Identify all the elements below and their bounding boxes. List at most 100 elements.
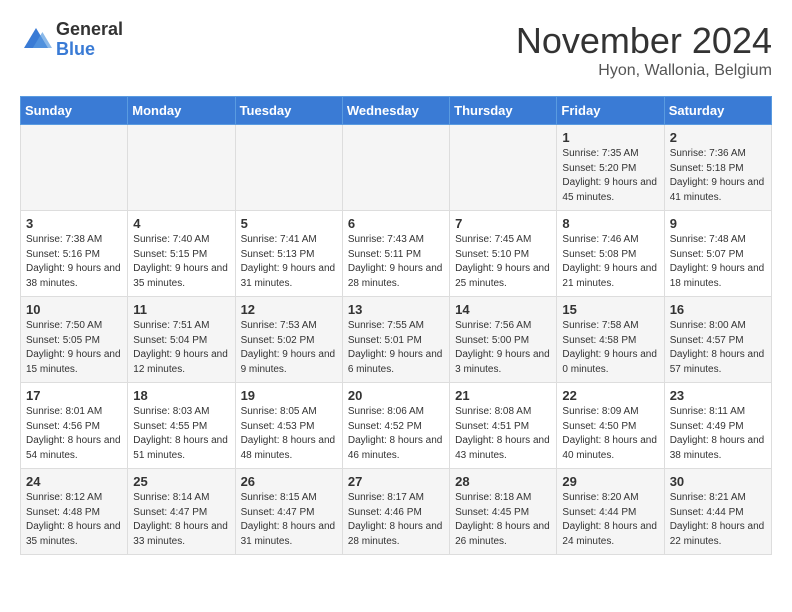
day-info: Sunrise: 7:50 AMSunset: 5:05 PMDaylight:…: [26, 319, 122, 377]
calendar-cell: 9 Sunrise: 7:48 AMSunset: 5:07 PMDaylight…: [664, 211, 771, 297]
calendar-cell: 24 Sunrise: 8:12 AMSunset: 4:48 PMDayligh…: [21, 469, 128, 555]
calendar-cell: 7Sunrise: 7:45 AMSunset: 5:10 PMDaylight…: [450, 211, 557, 297]
calendar-cell: 15 Sunrise: 7:58 AMSunset: 4:58 PMDayligh…: [557, 297, 664, 383]
weekday-header: Thursday: [450, 97, 557, 125]
calendar-cell: 5 Sunrise: 7:41 AMSunset: 5:13 PMDaylight…: [235, 211, 342, 297]
calendar-cell: 26Sunrise: 8:15 AMSunset: 4:47 PMDayligh…: [235, 469, 342, 555]
day-info: Sunrise: 7:38 AMSunset: 5:16 PMDaylight:…: [26, 233, 122, 291]
calendar-cell: 3 Sunrise: 7:38 AMSunset: 5:16 PMDaylight…: [21, 211, 128, 297]
day-info: Sunrise: 7:55 AMSunset: 5:01 PMDaylight:…: [348, 319, 444, 377]
day-number: 19: [241, 388, 337, 403]
day-number: 1: [562, 130, 658, 145]
day-number: 8: [562, 216, 658, 231]
day-info: Sunrise: 8:18 AMSunset: 4:45 PMDaylight:…: [455, 491, 551, 549]
logo-blue: Blue: [56, 40, 123, 60]
day-info: Sunrise: 8:20 AMSunset: 4:44 PMDaylight:…: [562, 491, 658, 549]
calendar-week-row: 1 Sunrise: 7:35 AMSunset: 5:20 PMDaylight…: [21, 125, 772, 211]
day-number: 17: [26, 388, 122, 403]
day-number: 2: [670, 130, 766, 145]
day-info: Sunrise: 7:53 AMSunset: 5:02 PMDaylight:…: [241, 319, 337, 377]
day-info: Sunrise: 8:00 AMSunset: 4:57 PMDaylight:…: [670, 319, 766, 377]
day-number: 21: [455, 388, 551, 403]
calendar-cell: 17Sunrise: 8:01 AMSunset: 4:56 PMDayligh…: [21, 383, 128, 469]
day-info: Sunrise: 8:06 AMSunset: 4:52 PMDaylight:…: [348, 405, 444, 463]
calendar-cell: [450, 125, 557, 211]
calendar-cell: 25 Sunrise: 8:14 AMSunset: 4:47 PMDayligh…: [128, 469, 235, 555]
day-number: 6: [348, 216, 444, 231]
calendar-cell: 18Sunrise: 8:03 AMSunset: 4:55 PMDayligh…: [128, 383, 235, 469]
calendar-cell: 4Sunrise: 7:40 AMSunset: 5:15 PMDaylight…: [128, 211, 235, 297]
calendar-cell: [128, 125, 235, 211]
weekday-header: Tuesday: [235, 97, 342, 125]
day-number: 27: [348, 474, 444, 489]
day-number: 7: [455, 216, 551, 231]
day-info: Sunrise: 8:11 AMSunset: 4:49 PMDaylight:…: [670, 405, 766, 463]
day-number: 25: [133, 474, 229, 489]
calendar-week-row: 3 Sunrise: 7:38 AMSunset: 5:16 PMDaylight…: [21, 211, 772, 297]
logo-text: General Blue: [56, 20, 123, 60]
day-number: 5: [241, 216, 337, 231]
calendar-cell: 16 Sunrise: 8:00 AMSunset: 4:57 PMDayligh…: [664, 297, 771, 383]
calendar-cell: 13 Sunrise: 7:55 AMSunset: 5:01 PMDayligh…: [342, 297, 449, 383]
calendar-cell: [21, 125, 128, 211]
day-number: 22: [562, 388, 658, 403]
day-number: 3: [26, 216, 122, 231]
day-info: Sunrise: 7:48 AMSunset: 5:07 PMDaylight:…: [670, 233, 766, 291]
day-info: Sunrise: 8:14 AMSunset: 4:47 PMDaylight:…: [133, 491, 229, 549]
day-info: Sunrise: 7:41 AMSunset: 5:13 PMDaylight:…: [241, 233, 337, 291]
calendar-cell: 19 Sunrise: 8:05 AMSunset: 4:53 PMDayligh…: [235, 383, 342, 469]
day-number: 26: [241, 474, 337, 489]
logo-general: General: [56, 20, 123, 40]
logo: General Blue: [20, 20, 123, 60]
calendar-cell: 27 Sunrise: 8:17 AMSunset: 4:46 PMDayligh…: [342, 469, 449, 555]
calendar-cell: [342, 125, 449, 211]
calendar-cell: 12 Sunrise: 7:53 AMSunset: 5:02 PMDayligh…: [235, 297, 342, 383]
calendar-cell: 6 Sunrise: 7:43 AMSunset: 5:11 PMDaylight…: [342, 211, 449, 297]
day-number: 24: [26, 474, 122, 489]
day-number: 10: [26, 302, 122, 317]
weekday-header: Monday: [128, 97, 235, 125]
day-info: Sunrise: 8:21 AMSunset: 4:44 PMDaylight:…: [670, 491, 766, 549]
calendar-cell: 10 Sunrise: 7:50 AMSunset: 5:05 PMDayligh…: [21, 297, 128, 383]
day-info: Sunrise: 7:56 AMSunset: 5:00 PMDaylight:…: [455, 319, 551, 377]
day-info: Sunrise: 7:36 AMSunset: 5:18 PMDaylight:…: [670, 147, 766, 205]
day-info: Sunrise: 8:17 AMSunset: 4:46 PMDaylight:…: [348, 491, 444, 549]
day-number: 15: [562, 302, 658, 317]
calendar-cell: 22 Sunrise: 8:09 AMSunset: 4:50 PMDayligh…: [557, 383, 664, 469]
logo-icon: [20, 24, 52, 56]
day-number: 9: [670, 216, 766, 231]
day-info: Sunrise: 7:46 AMSunset: 5:08 PMDaylight:…: [562, 233, 658, 291]
calendar-cell: 21Sunrise: 8:08 AMSunset: 4:51 PMDayligh…: [450, 383, 557, 469]
day-number: 23: [670, 388, 766, 403]
day-number: 14: [455, 302, 551, 317]
day-number: 4: [133, 216, 229, 231]
title-area: November 2024 Hyon, Wallonia, Belgium: [516, 20, 772, 80]
day-info: Sunrise: 8:12 AMSunset: 4:48 PMDaylight:…: [26, 491, 122, 549]
day-number: 13: [348, 302, 444, 317]
day-number: 20: [348, 388, 444, 403]
weekday-header: Friday: [557, 97, 664, 125]
calendar-cell: 1 Sunrise: 7:35 AMSunset: 5:20 PMDaylight…: [557, 125, 664, 211]
day-number: 28: [455, 474, 551, 489]
calendar-cell: 28 Sunrise: 8:18 AMSunset: 4:45 PMDayligh…: [450, 469, 557, 555]
calendar-cell: 20 Sunrise: 8:06 AMSunset: 4:52 PMDayligh…: [342, 383, 449, 469]
calendar-cell: [235, 125, 342, 211]
day-info: Sunrise: 7:35 AMSunset: 5:20 PMDaylight:…: [562, 147, 658, 205]
day-info: Sunrise: 8:05 AMSunset: 4:53 PMDaylight:…: [241, 405, 337, 463]
calendar-week-row: 10 Sunrise: 7:50 AMSunset: 5:05 PMDayligh…: [21, 297, 772, 383]
weekday-header: Saturday: [664, 97, 771, 125]
day-number: 12: [241, 302, 337, 317]
calendar-cell: 23 Sunrise: 8:11 AMSunset: 4:49 PMDayligh…: [664, 383, 771, 469]
location-title: Hyon, Wallonia, Belgium: [516, 62, 772, 80]
day-info: Sunrise: 7:58 AMSunset: 4:58 PMDaylight:…: [562, 319, 658, 377]
day-info: Sunrise: 8:09 AMSunset: 4:50 PMDaylight:…: [562, 405, 658, 463]
day-number: 16: [670, 302, 766, 317]
page-header: General Blue November 2024 Hyon, Walloni…: [20, 20, 772, 80]
weekday-header: Wednesday: [342, 97, 449, 125]
calendar-cell: 11Sunrise: 7:51 AMSunset: 5:04 PMDayligh…: [128, 297, 235, 383]
day-number: 30: [670, 474, 766, 489]
weekday-header: Sunday: [21, 97, 128, 125]
month-title: November 2024: [516, 20, 772, 62]
day-info: Sunrise: 8:03 AMSunset: 4:55 PMDaylight:…: [133, 405, 229, 463]
day-info: Sunrise: 7:43 AMSunset: 5:11 PMDaylight:…: [348, 233, 444, 291]
